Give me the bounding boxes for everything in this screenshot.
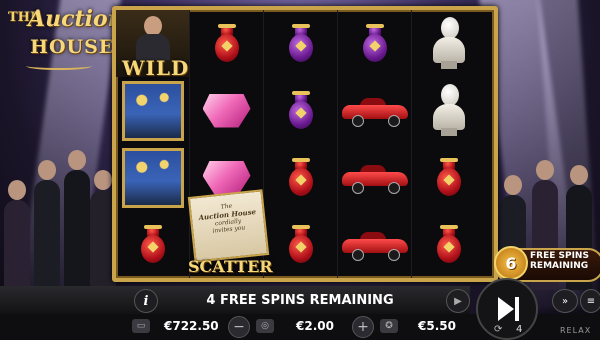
wild-symbol: WILD bbox=[116, 10, 189, 80]
scatter-symbol: The Auction House cordially invites you … bbox=[187, 189, 273, 278]
red-vase-icon bbox=[212, 23, 242, 64]
minus-icon: − bbox=[233, 319, 245, 335]
vase-symbol bbox=[412, 211, 485, 278]
purple-vase-icon bbox=[360, 23, 390, 64]
status-message: 4 FREE SPINS REMAINING bbox=[206, 292, 394, 308]
vase-symbol bbox=[264, 211, 337, 278]
menu-icon: ≡ bbox=[586, 295, 596, 307]
plus-icon: + bbox=[357, 319, 369, 335]
scatter-label: SCATTER bbox=[188, 257, 273, 276]
logo-swirl bbox=[26, 62, 92, 70]
game-logo: THE Auction HOUSE bbox=[6, 4, 124, 74]
vase-symbol bbox=[338, 10, 411, 77]
pink-gem-icon bbox=[202, 93, 251, 128]
red-car-icon bbox=[341, 164, 408, 194]
vase-symbol bbox=[264, 144, 337, 211]
menu-button[interactable]: ≡ bbox=[580, 289, 600, 313]
next-message-button[interactable]: ▶ bbox=[446, 289, 470, 313]
reel-4 bbox=[338, 10, 412, 278]
invitation-card-icon: The Auction House cordially invites you bbox=[187, 189, 270, 263]
auctioneer-icon bbox=[136, 16, 170, 60]
coins-icon: ◎ bbox=[256, 319, 274, 333]
red-vase-icon bbox=[434, 224, 464, 265]
car-symbol bbox=[338, 144, 411, 211]
bet-increase-button[interactable]: + bbox=[352, 316, 374, 338]
bet-decrease-button[interactable]: − bbox=[228, 316, 250, 338]
win-icon: ✪ bbox=[380, 319, 398, 333]
painting-symbol bbox=[116, 144, 189, 211]
reel-5 bbox=[412, 10, 485, 278]
painting-icon bbox=[121, 147, 184, 208]
audience-left bbox=[0, 150, 116, 290]
vase-symbol bbox=[190, 10, 263, 77]
red-vase-icon bbox=[286, 224, 316, 265]
reel-1: WILD bbox=[116, 10, 190, 278]
red-vase-icon bbox=[434, 157, 464, 198]
autoplay-icon: ⟳ bbox=[494, 324, 503, 335]
free-spins-count: 6 bbox=[494, 246, 528, 280]
red-car-icon bbox=[341, 97, 408, 127]
pink-gem-icon bbox=[202, 160, 251, 195]
bust-symbol bbox=[412, 77, 485, 144]
win-value: €5.50 bbox=[418, 319, 456, 333]
autoplay-count: 4 bbox=[516, 324, 523, 335]
wallet-icon: ▭ bbox=[132, 319, 150, 333]
vase-symbol bbox=[116, 211, 189, 278]
turbo-button[interactable]: » bbox=[552, 289, 578, 313]
car-symbol bbox=[338, 77, 411, 144]
bust-symbol bbox=[412, 10, 485, 77]
spin-icon-bar bbox=[515, 297, 519, 321]
info-icon: i bbox=[143, 293, 149, 309]
bet-value: €2.00 bbox=[296, 319, 334, 333]
spin-icon bbox=[498, 297, 514, 321]
logo-house: HOUSE bbox=[30, 36, 115, 58]
turbo-icon: » bbox=[561, 295, 569, 307]
free-spins-label: FREE SPINS REMAINING bbox=[530, 251, 589, 271]
painting-icon bbox=[121, 80, 184, 141]
gem-symbol bbox=[190, 77, 263, 144]
brand-logo: RELAX bbox=[560, 326, 592, 335]
vase-symbol bbox=[412, 144, 485, 211]
reel-2: The Auction House cordially invites you … bbox=[187, 10, 273, 278]
next-icon: ▶ bbox=[454, 295, 462, 307]
red-vase-icon bbox=[138, 224, 168, 265]
car-symbol bbox=[338, 211, 411, 278]
marble-bust-icon bbox=[431, 16, 467, 71]
vase-symbol bbox=[264, 10, 337, 77]
balance-value: €722.50 bbox=[164, 319, 219, 333]
red-car-icon bbox=[341, 231, 408, 261]
info-button[interactable]: i bbox=[134, 289, 158, 313]
logo-auction: Auction bbox=[28, 6, 124, 32]
reel-frame: WILD The Auction House cordially invites… bbox=[112, 6, 498, 282]
reel-3 bbox=[264, 10, 338, 278]
painting-symbol bbox=[116, 77, 189, 144]
purple-vase-icon bbox=[286, 90, 316, 131]
red-vase-icon bbox=[286, 157, 316, 198]
purple-vase-icon bbox=[286, 23, 316, 64]
marble-bust-icon bbox=[431, 83, 467, 138]
spin-button[interactable] bbox=[476, 278, 538, 340]
vase-symbol bbox=[264, 77, 337, 144]
